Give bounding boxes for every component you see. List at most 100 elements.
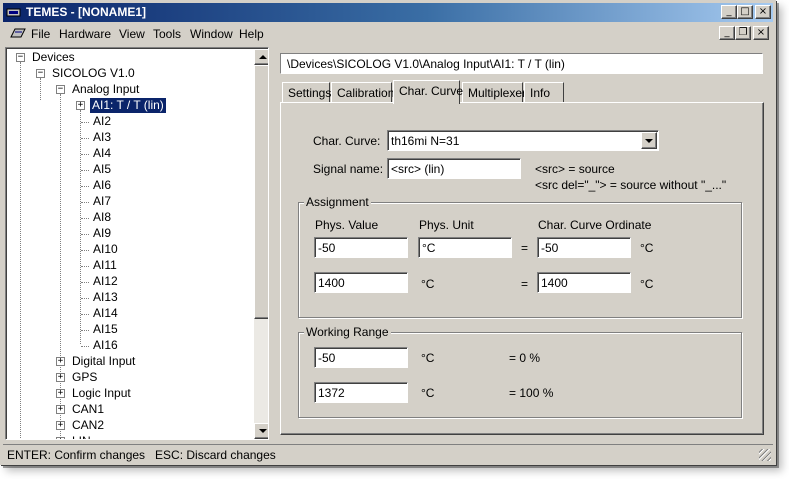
expand-icon[interactable]: + [56,437,65,439]
expand-icon[interactable]: + [56,357,65,366]
expand-icon[interactable]: + [56,389,65,398]
tree-item-label: AI14 [93,306,118,320]
device-tree[interactable]: − Devices − SICOLOG V1.0 − Analog Input … [5,47,269,440]
tree-line [81,234,89,235]
char-curve-select[interactable]: th16mi N=31 [387,130,659,151]
tree-item-label-selected: AI1: T / T (lin) [89,97,167,114]
menu-file[interactable]: File [31,27,50,41]
char-curve-value: th16mi N=31 [391,134,460,148]
equals-sign: = [521,241,529,255]
tree-line [81,202,89,203]
tree-item-label: Logic Input [72,386,131,400]
tree-item-label: AI15 [93,322,118,336]
tree-item-label: AI6 [93,178,112,192]
menu-view[interactable]: View [119,27,145,41]
resize-grip-icon[interactable] [759,449,771,461]
scroll-up-button[interactable] [254,49,268,65]
tree-line [81,250,89,251]
tree-item-label: AI8 [93,210,112,224]
collapse-icon[interactable]: − [56,85,65,94]
phys-value-2-input[interactable]: 1400 [314,272,408,293]
range-max-input[interactable]: 1372 [314,382,408,403]
panel-splitter[interactable] [271,47,274,440]
tree-item-label: AI16 [93,338,118,352]
tree-line [81,218,89,219]
mdi-restore-button[interactable]: ❐ [735,26,751,40]
tree-item-label: AI3 [93,130,112,144]
range-min-unit: °C [421,351,435,365]
maximize-button[interactable]: □ [737,5,753,19]
tab-settings[interactable]: Settings [282,82,331,103]
tree-item-label: Digital Input [72,354,136,368]
status-bar: ENTER: Confirm changes ESC: Discard chan… [3,444,773,463]
tree-item-label: AI11 [93,258,117,272]
tree-line [81,186,89,187]
scroll-thumb[interactable] [254,65,268,319]
phys-unit-header: Phys. Unit [419,218,474,232]
mdi-close-button[interactable]: × [753,26,769,40]
arrow-down-icon [259,429,267,433]
tab-multiplexer[interactable]: Multiplexer [462,82,526,103]
maximize-icon: □ [740,6,750,17]
tree-item-label: SICOLOG V1.0 [52,66,135,80]
mdi-minimize-button[interactable]: _ [719,26,735,40]
tab-calibration[interactable]: Calibration [331,82,394,103]
expand-icon[interactable]: + [56,405,65,414]
tree-line [81,282,89,283]
tree-line [81,346,89,347]
expand-icon[interactable]: + [56,373,65,382]
status-text: ENTER: Confirm changes ESC: Discard chan… [7,448,276,462]
window-title: TEMES - [NONAME1] [26,5,146,19]
menu-tools[interactable]: Tools [153,27,181,41]
phys-unit-input[interactable]: °C [418,237,512,258]
tree-line [81,170,89,171]
scroll-down-button[interactable] [254,423,268,439]
working-range-caption: Working Range [304,325,391,339]
tree-item-label: LIN [72,434,91,439]
tab-char-curve[interactable]: Char. Curve [393,80,463,104]
equals-sign: = [521,277,529,291]
tab-info[interactable]: Info [524,82,564,103]
tree-item-label: AI13 [93,290,118,304]
minimize-icon: _ [726,6,732,17]
title-bar[interactable]: TEMES - [NONAME1] _ □ × [3,3,773,22]
dropdown-button[interactable] [641,132,657,149]
tree-scrollbar[interactable] [254,49,268,439]
menu-window[interactable]: Window [190,27,233,41]
close-icon: × [756,27,766,38]
collapse-icon[interactable]: − [16,53,25,62]
tree-item-label: CAN2 [72,418,105,432]
ordinate-header: Char. Curve Ordinate [538,218,652,232]
phys-value-1-input[interactable]: -50 [314,237,408,258]
signal-name-input[interactable]: <src> (lin) [387,158,521,179]
ordinate-1-input[interactable]: -50 [537,237,631,258]
tree-item-label: Devices [32,50,75,64]
phys-value-header: Phys. Value [315,218,379,232]
app-icon [6,8,21,17]
tree-item-label: GPS [72,370,98,384]
document-icon[interactable] [9,27,27,39]
tree-item-label: Analog Input [72,82,140,96]
menu-hardware[interactable]: Hardware [59,27,111,41]
range-min-input[interactable]: -50 [314,347,408,368]
menu-help[interactable]: Help [239,27,264,41]
working-range-group: Working Range -50 °C = 0 % 1372 °C = 100… [298,325,742,418]
minimize-button[interactable]: _ [721,5,737,19]
close-button[interactable]: × [755,5,771,19]
phys-value-2-unit: °C [421,277,435,291]
expand-icon[interactable]: + [76,101,85,110]
tree-item-label: AI4 [93,146,112,160]
hint-source-trimmed: <src del="_"> = source without "_..." [535,178,727,192]
char-curve-label: Char. Curve: [313,134,381,148]
expand-icon[interactable]: + [56,421,65,430]
collapse-icon[interactable]: − [36,69,45,78]
ordinate-2-input[interactable]: 1400 [537,272,631,293]
tree-line [20,62,21,439]
tree-line [40,78,41,100]
tree-item-label: AI10 [93,242,118,256]
assignment-group: Assignment Phys. Value Phys. Unit Char. … [298,195,742,318]
range-max-unit: °C [421,386,435,400]
assignment-caption: Assignment [304,195,371,209]
tree-line [81,314,89,315]
tree-line [81,266,89,267]
